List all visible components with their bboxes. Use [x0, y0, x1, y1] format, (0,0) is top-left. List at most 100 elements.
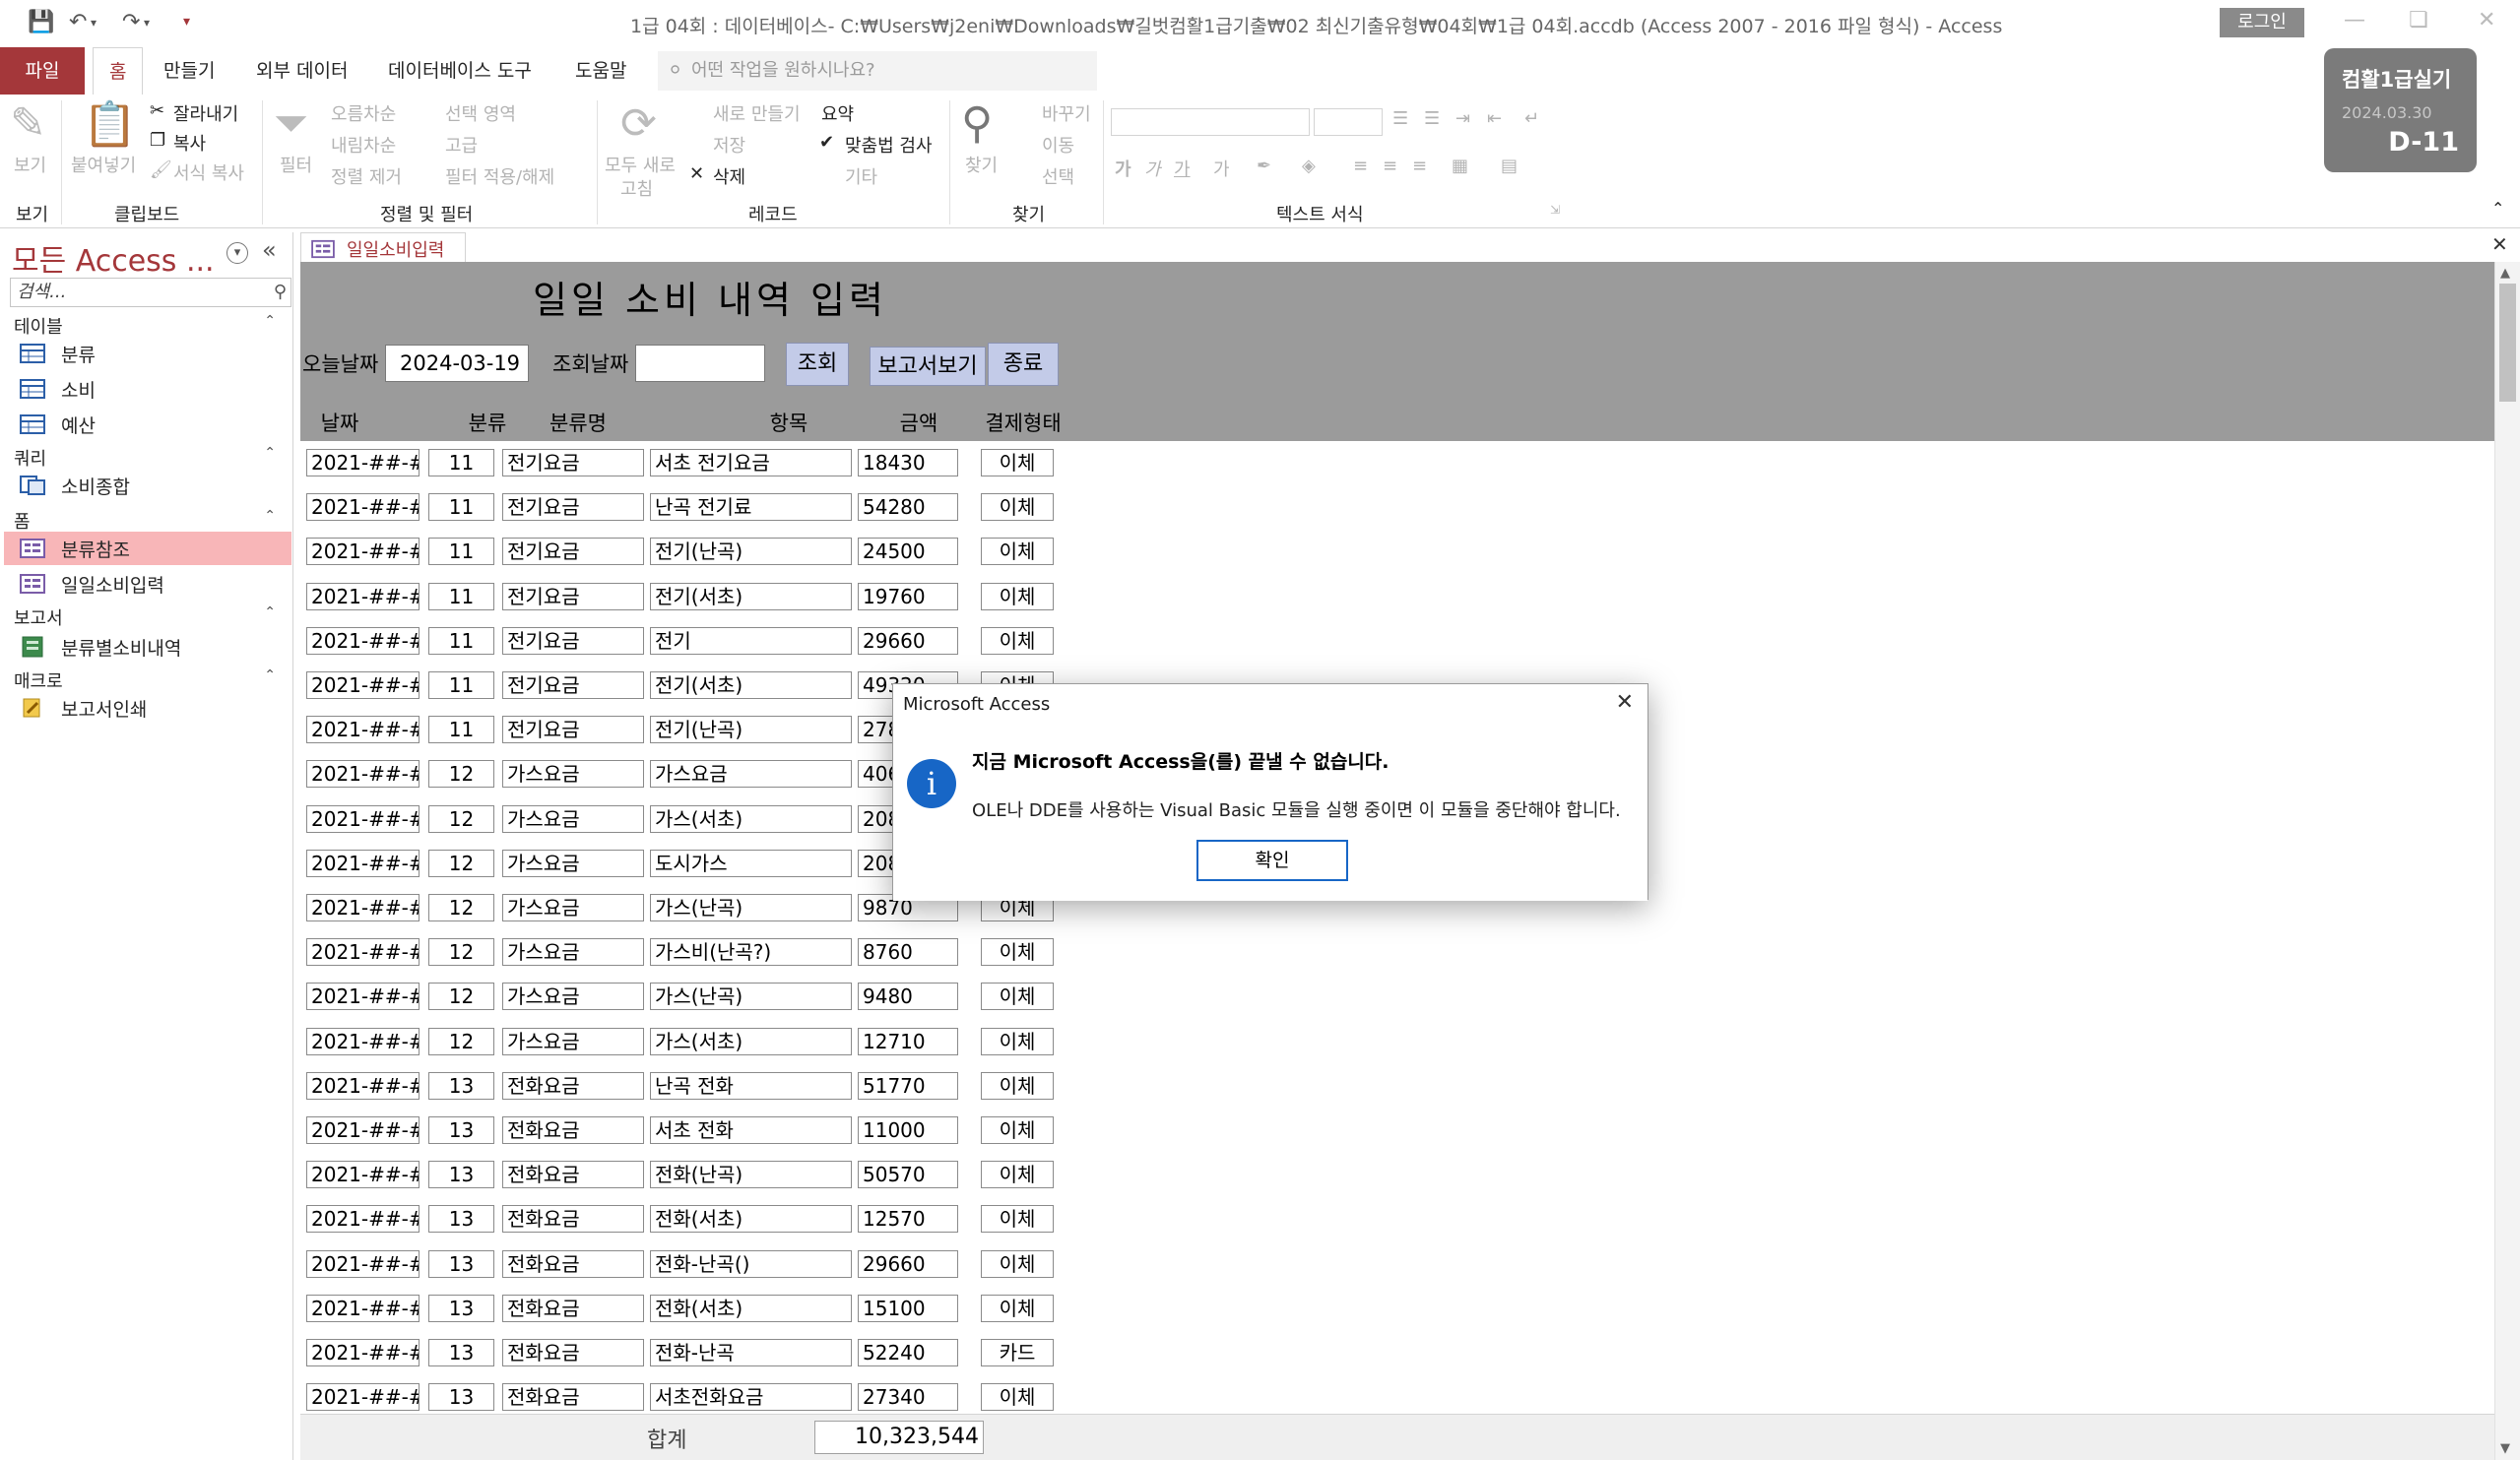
category-cell[interactable]: 11: [428, 716, 494, 744]
align-right-icon[interactable]: ≡: [1412, 156, 1427, 176]
category-name-cell[interactable]: 전기요금: [502, 449, 644, 476]
category-name-cell[interactable]: 가스요금: [502, 760, 644, 789]
date-cell[interactable]: 2021-##-##: [306, 804, 420, 833]
category-name-cell[interactable]: 전화요금: [502, 1116, 644, 1144]
date-cell[interactable]: 2021-##-##: [306, 493, 420, 522]
replace-button[interactable]: 바꾸기: [1042, 100, 1091, 126]
category-name-cell[interactable]: 전화요금: [502, 1161, 644, 1189]
category-cell[interactable]: 13: [428, 1205, 494, 1234]
amount-cell[interactable]: 54280: [858, 493, 958, 522]
collapse-ribbon-icon[interactable]: ⌃: [2491, 199, 2504, 218]
outdent-icon[interactable]: ⇤: [1487, 108, 1502, 129]
sort-asc-button[interactable]: 오름차순: [331, 100, 396, 126]
close-icon[interactable]: ✕: [1616, 690, 1634, 715]
payment-cell[interactable]: 이체: [981, 538, 1054, 566]
restore-icon[interactable]: ❏: [2409, 8, 2428, 32]
date-cell[interactable]: 2021-##-##: [306, 1383, 420, 1412]
undo-icon[interactable]: ↶: [69, 10, 87, 34]
category-name-cell[interactable]: 가스요금: [502, 804, 644, 833]
category-name-cell[interactable]: 전기요금: [502, 626, 644, 655]
date-cell[interactable]: 2021-##-##: [306, 716, 420, 744]
paragraph-direction-icon[interactable]: ↵: [1524, 108, 1539, 129]
cut-button[interactable]: 잘라내기: [173, 100, 238, 126]
nav-section-reports[interactable]: 보고서 ⌃: [14, 604, 288, 630]
item-cell[interactable]: 전기: [650, 626, 852, 655]
payment-cell[interactable]: 이체: [981, 1161, 1054, 1189]
category-name-cell[interactable]: 전화요금: [502, 1339, 644, 1366]
find-button[interactable]: 찾기: [965, 152, 998, 177]
align-left-icon[interactable]: ≡: [1353, 156, 1368, 176]
tab-file[interactable]: 파일: [0, 47, 85, 95]
amount-cell[interactable]: 18430: [858, 449, 958, 476]
nav-item-macro[interactable]: 보고서인쇄: [4, 691, 291, 725]
bold-icon[interactable]: 가: [1115, 156, 1131, 181]
ok-button[interactable]: 확인: [1196, 840, 1348, 881]
category-name-cell[interactable]: 가스요금: [502, 938, 644, 967]
nav-section-macros[interactable]: 매크로 ⌃: [14, 667, 288, 693]
item-cell[interactable]: 전기(서초): [650, 582, 852, 610]
category-cell[interactable]: 11: [428, 626, 494, 655]
category-name-cell[interactable]: 전화요금: [502, 1383, 644, 1412]
item-cell[interactable]: 전화(서초): [650, 1294, 852, 1322]
amount-cell[interactable]: 51770: [858, 1071, 958, 1100]
tell-me-box[interactable]: ⚪ 어떤 작업을 원하시나요?: [658, 51, 1097, 91]
paste-button[interactable]: 붙여넣기: [71, 152, 136, 177]
fill-color-icon[interactable]: ◈: [1302, 156, 1316, 176]
scroll-up-icon[interactable]: ▲: [2500, 266, 2510, 281]
date-cell[interactable]: 2021-##-##: [306, 938, 420, 967]
category-cell[interactable]: 11: [428, 538, 494, 566]
amount-cell[interactable]: 29660: [858, 1249, 958, 1278]
category-name-cell[interactable]: 가스요금: [502, 1027, 644, 1055]
redo-dropdown-icon[interactable]: ▾: [144, 16, 150, 30]
tab-help[interactable]: 도움말: [559, 47, 642, 95]
nav-search-input[interactable]: 검색... ⚲: [10, 278, 291, 307]
chevron-up-icon[interactable]: ⌃: [264, 313, 276, 329]
select-button[interactable]: 선택: [1042, 163, 1074, 189]
tab-create[interactable]: 만들기: [148, 47, 230, 95]
alternate-row-color-icon[interactable]: ▦: [1452, 156, 1468, 176]
toggle-filter-button[interactable]: 필터 적용/해제: [445, 163, 554, 189]
nav-section-queries[interactable]: 쿼리 ⌃: [14, 445, 288, 471]
payment-cell[interactable]: 이체: [981, 1294, 1054, 1322]
nav-item-query[interactable]: 소비종합: [4, 469, 291, 502]
amount-cell[interactable]: 15100: [858, 1294, 958, 1322]
remove-sort-button[interactable]: 정렬 제거: [331, 163, 402, 189]
date-cell[interactable]: 2021-##-##: [306, 894, 420, 921]
date-cell[interactable]: 2021-##-##: [306, 582, 420, 610]
indent-icon[interactable]: ⇥: [1455, 108, 1470, 129]
filter-icon[interactable]: ⏷: [274, 98, 308, 149]
amount-cell[interactable]: 29660: [858, 626, 958, 655]
date-cell[interactable]: 2021-##-##: [306, 1205, 420, 1234]
save-record-button[interactable]: 저장: [713, 132, 745, 158]
totals-button[interactable]: 요약: [821, 100, 854, 126]
amount-cell[interactable]: 27340: [858, 1383, 958, 1412]
amount-cell[interactable]: 19760: [858, 582, 958, 610]
category-name-cell[interactable]: 전기요금: [502, 671, 644, 699]
payment-cell[interactable]: 이체: [981, 493, 1054, 522]
nav-item-table[interactable]: 분류: [4, 337, 291, 370]
category-cell[interactable]: 13: [428, 1071, 494, 1100]
nav-pane-title[interactable]: 모든 Access ...: [12, 236, 215, 280]
category-cell[interactable]: 12: [428, 760, 494, 789]
dialog-launcher-icon[interactable]: ⇲: [1550, 203, 1560, 217]
minimize-icon[interactable]: —: [2344, 8, 2365, 32]
date-cell[interactable]: 2021-##-##: [306, 1071, 420, 1100]
item-cell[interactable]: 전화-난곡(): [650, 1249, 852, 1278]
category-name-cell[interactable]: 전화요금: [502, 1294, 644, 1322]
gridlines-icon[interactable]: ▤: [1501, 156, 1518, 176]
amount-cell[interactable]: 52240: [858, 1339, 958, 1366]
italic-icon[interactable]: 가: [1144, 156, 1161, 181]
login-button[interactable]: 로그인: [2220, 8, 2304, 37]
amount-cell[interactable]: 12570: [858, 1205, 958, 1234]
nav-item-table[interactable]: 소비: [4, 372, 291, 406]
new-record-button[interactable]: 새로 만들기: [713, 100, 801, 126]
date-cell[interactable]: 2021-##-##: [306, 626, 420, 655]
item-cell[interactable]: 전화-난곡: [650, 1339, 852, 1366]
payment-cell[interactable]: 이체: [981, 1027, 1054, 1055]
item-cell[interactable]: 전화(난곡): [650, 1161, 852, 1189]
category-name-cell[interactable]: 가스요금: [502, 983, 644, 1011]
highlight-icon[interactable]: ✒: [1257, 156, 1271, 176]
nav-section-tables[interactable]: 테이블 ⌃: [14, 313, 288, 339]
date-cell[interactable]: 2021-##-##: [306, 1294, 420, 1322]
nav-item-form-selected[interactable]: 분류참조: [4, 532, 291, 565]
